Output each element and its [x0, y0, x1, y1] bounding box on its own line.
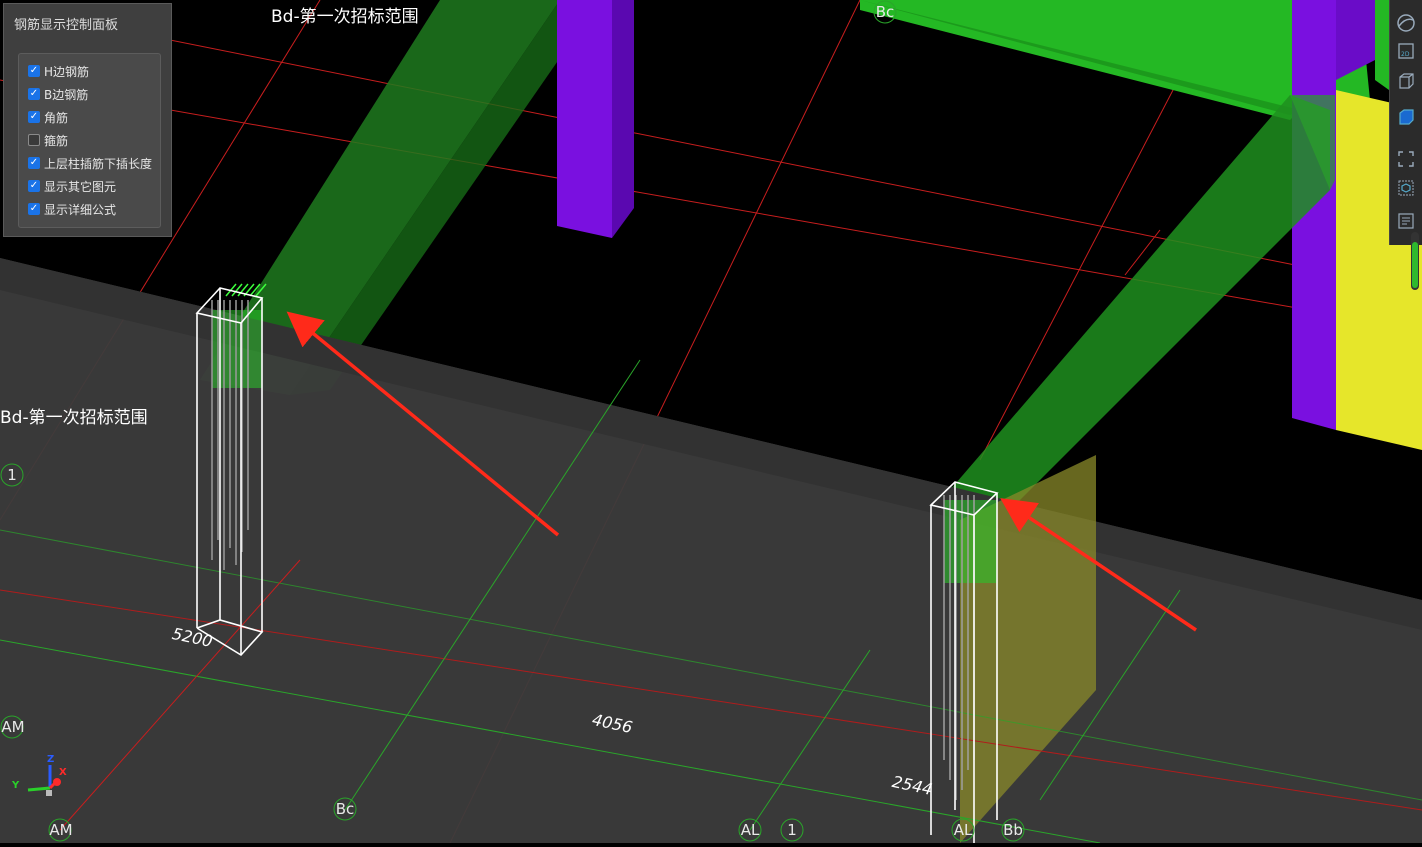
- orbit-icon[interactable]: [1395, 12, 1417, 34]
- option-label: 箍筋: [44, 133, 69, 148]
- axis-label-1-left: 1: [7, 466, 17, 484]
- checkbox-h-side-rebar[interactable]: ✓: [28, 65, 40, 77]
- option-label: 显示详细公式: [44, 202, 117, 217]
- column-purple-center: [557, 0, 634, 238]
- panel-title: 钢筋显示控制面板: [14, 18, 119, 33]
- gizmo-z-label: Z: [47, 754, 55, 765]
- rebar-display-control-panel: 钢筋显示控制面板 ✓ H边钢筋 ✓ B边钢筋 ✓ 角筋 箍筋 ✓ 上层柱插筋下插…: [3, 3, 172, 237]
- option-upper-column-dowel[interactable]: ✓ 上层柱插筋下插长度: [28, 154, 152, 172]
- gizmo-y-label: Y: [12, 780, 20, 791]
- scene-canvas[interactable]: [0, 0, 1422, 844]
- axis-label-al-bottom-2: AL: [953, 821, 973, 839]
- cube-wire-icon[interactable]: [1395, 70, 1417, 92]
- checkbox-b-side-rebar[interactable]: ✓: [28, 88, 40, 100]
- view-2d-icon[interactable]: 2D: [1395, 40, 1417, 62]
- cube-solid-icon[interactable]: [1395, 106, 1417, 128]
- axis-label-am-left: AM: [1, 718, 25, 736]
- 3d-viewport[interactable]: Bd-第一次招标范围 Bd-第一次招标范围 Bc 1 AM AM Bc AL 1…: [0, 0, 1422, 844]
- option-h-side-rebar[interactable]: ✓ H边钢筋: [28, 62, 89, 80]
- list-settings-icon[interactable]: [1395, 210, 1417, 232]
- gizmo-x-label: X: [59, 767, 67, 778]
- zoom-scrollbar-thumb[interactable]: [1412, 242, 1418, 288]
- region-label-left: Bd-第一次招标范围: [0, 408, 148, 428]
- checkbox-stirrup[interactable]: [28, 134, 40, 146]
- box-select-icon[interactable]: [1395, 177, 1417, 199]
- axis-label-al-bottom: AL: [740, 821, 760, 839]
- beam-right: [950, 95, 1335, 520]
- checkbox-show-other-elements[interactable]: ✓: [28, 180, 40, 192]
- axis-label-1-bottom: 1: [787, 821, 797, 839]
- option-label: H边钢筋: [44, 64, 90, 79]
- option-show-other-elements[interactable]: ✓ 显示其它图元: [28, 177, 116, 195]
- axis-label-bb-bottom: Bb: [1003, 821, 1023, 839]
- option-label: 显示其它图元: [44, 179, 117, 194]
- axis-label-am-bottom: AM: [49, 821, 73, 839]
- view-toolbar: 2D: [1389, 0, 1422, 245]
- option-label: B边钢筋: [44, 87, 89, 102]
- option-corner-rebar[interactable]: ✓ 角筋: [28, 108, 68, 126]
- option-stirrup[interactable]: 箍筋: [28, 131, 68, 149]
- axis-label-bc-top: Bc: [875, 3, 895, 21]
- panel-options-box: ✓ H边钢筋 ✓ B边钢筋 ✓ 角筋 箍筋 ✓ 上层柱插筋下插长度 ✓ 显示其它…: [18, 53, 161, 228]
- option-b-side-rebar[interactable]: ✓ B边钢筋: [28, 85, 88, 103]
- checkbox-upper-column-dowel[interactable]: ✓: [28, 157, 40, 169]
- axis-label-bc-bottom: Bc: [335, 800, 355, 818]
- option-show-detailed-formula[interactable]: ✓ 显示详细公式: [28, 200, 116, 218]
- option-label: 角筋: [44, 110, 69, 125]
- fit-view-icon[interactable]: [1395, 148, 1417, 170]
- zoom-scrollbar[interactable]: [1411, 232, 1419, 290]
- option-label: 上层柱插筋下插长度: [44, 156, 153, 171]
- region-label-top: Bd-第一次招标范围: [271, 7, 419, 27]
- checkbox-corner-rebar[interactable]: ✓: [28, 111, 40, 123]
- svg-text:2D: 2D: [1401, 51, 1410, 58]
- checkbox-show-detailed-formula[interactable]: ✓: [28, 203, 40, 215]
